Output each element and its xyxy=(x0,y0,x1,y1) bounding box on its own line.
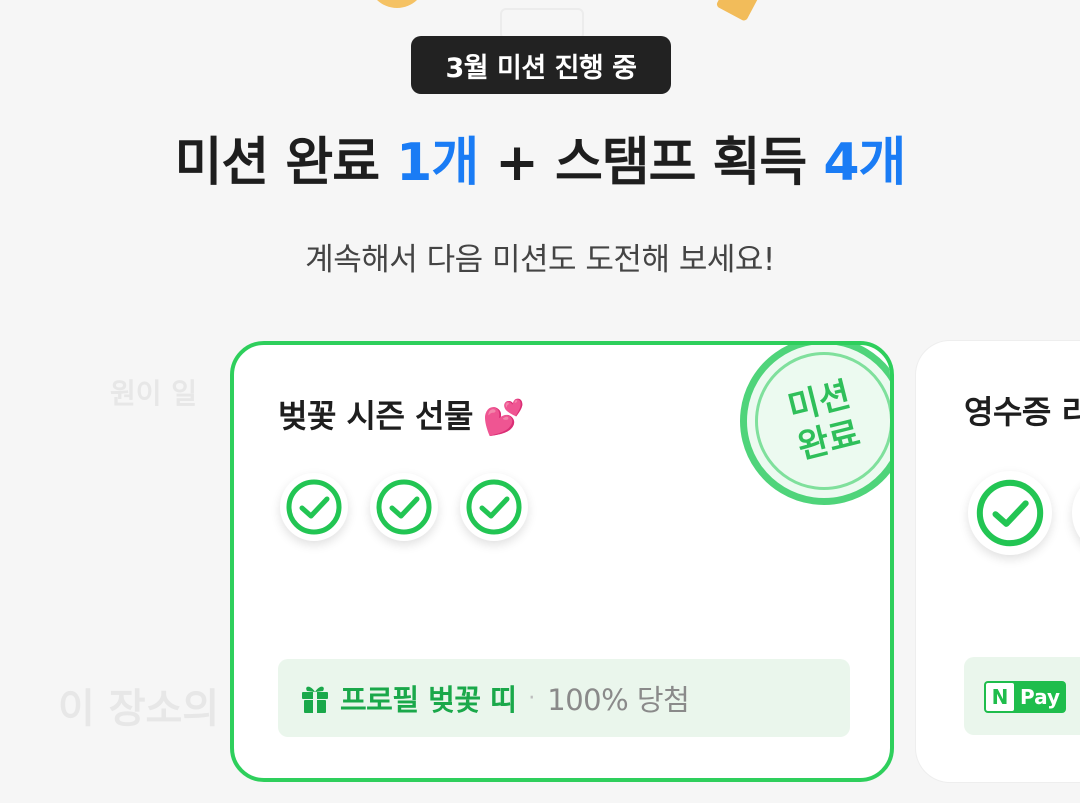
reward-info: 프로필 벚꽃 띠 · 100% 당첨 xyxy=(278,659,850,737)
check-circle-icon xyxy=(1072,471,1080,555)
background-decoration xyxy=(368,0,426,8)
mission-card-title: 벚꽃 시즌 선물 💕 xyxy=(278,397,525,438)
mission-progress xyxy=(280,473,528,541)
next-mission-card[interactable]: 영수증 리 N Pay xyxy=(916,341,1080,782)
naver-pay-icon: N Pay xyxy=(984,681,1066,713)
background-text: 원이 일 xyxy=(110,377,198,410)
mission-card-title: 영수증 리 xyxy=(964,393,1080,431)
mission-complete-stamp: 미션 완료 xyxy=(722,345,890,523)
reward-info: N Pay xyxy=(964,657,1080,735)
stamp-count: 4개 xyxy=(823,133,906,193)
check-circle-icon xyxy=(370,473,438,541)
gift-icon xyxy=(300,682,330,714)
mission-subtitle: 계속해서 다음 미션도 도전해 보세요! xyxy=(305,242,775,278)
check-circle-icon xyxy=(460,473,528,541)
mission-count: 1개 xyxy=(396,133,479,193)
mission-status-pill: 3월 미션 진행 중 xyxy=(411,36,671,94)
mission-card[interactable]: 벚꽃 시즌 선물 💕 미션 완료 프로필 벚꽃 띠 · 100% 당첨 xyxy=(230,341,894,782)
check-circle-icon xyxy=(280,473,348,541)
reward-probability: 100% 당첨 xyxy=(547,683,690,717)
reward-separator: · xyxy=(528,685,536,711)
reward-name: 프로필 벚꽃 띠 xyxy=(340,683,517,717)
hearts-icon: 💕 xyxy=(482,398,525,438)
background-decoration xyxy=(715,0,763,22)
mission-headline: 미션 완료 1개 + 스탬프 획득 4개 xyxy=(174,133,907,193)
background-text: 이 장소의 xyxy=(58,686,220,732)
check-circle-icon xyxy=(968,471,1052,555)
